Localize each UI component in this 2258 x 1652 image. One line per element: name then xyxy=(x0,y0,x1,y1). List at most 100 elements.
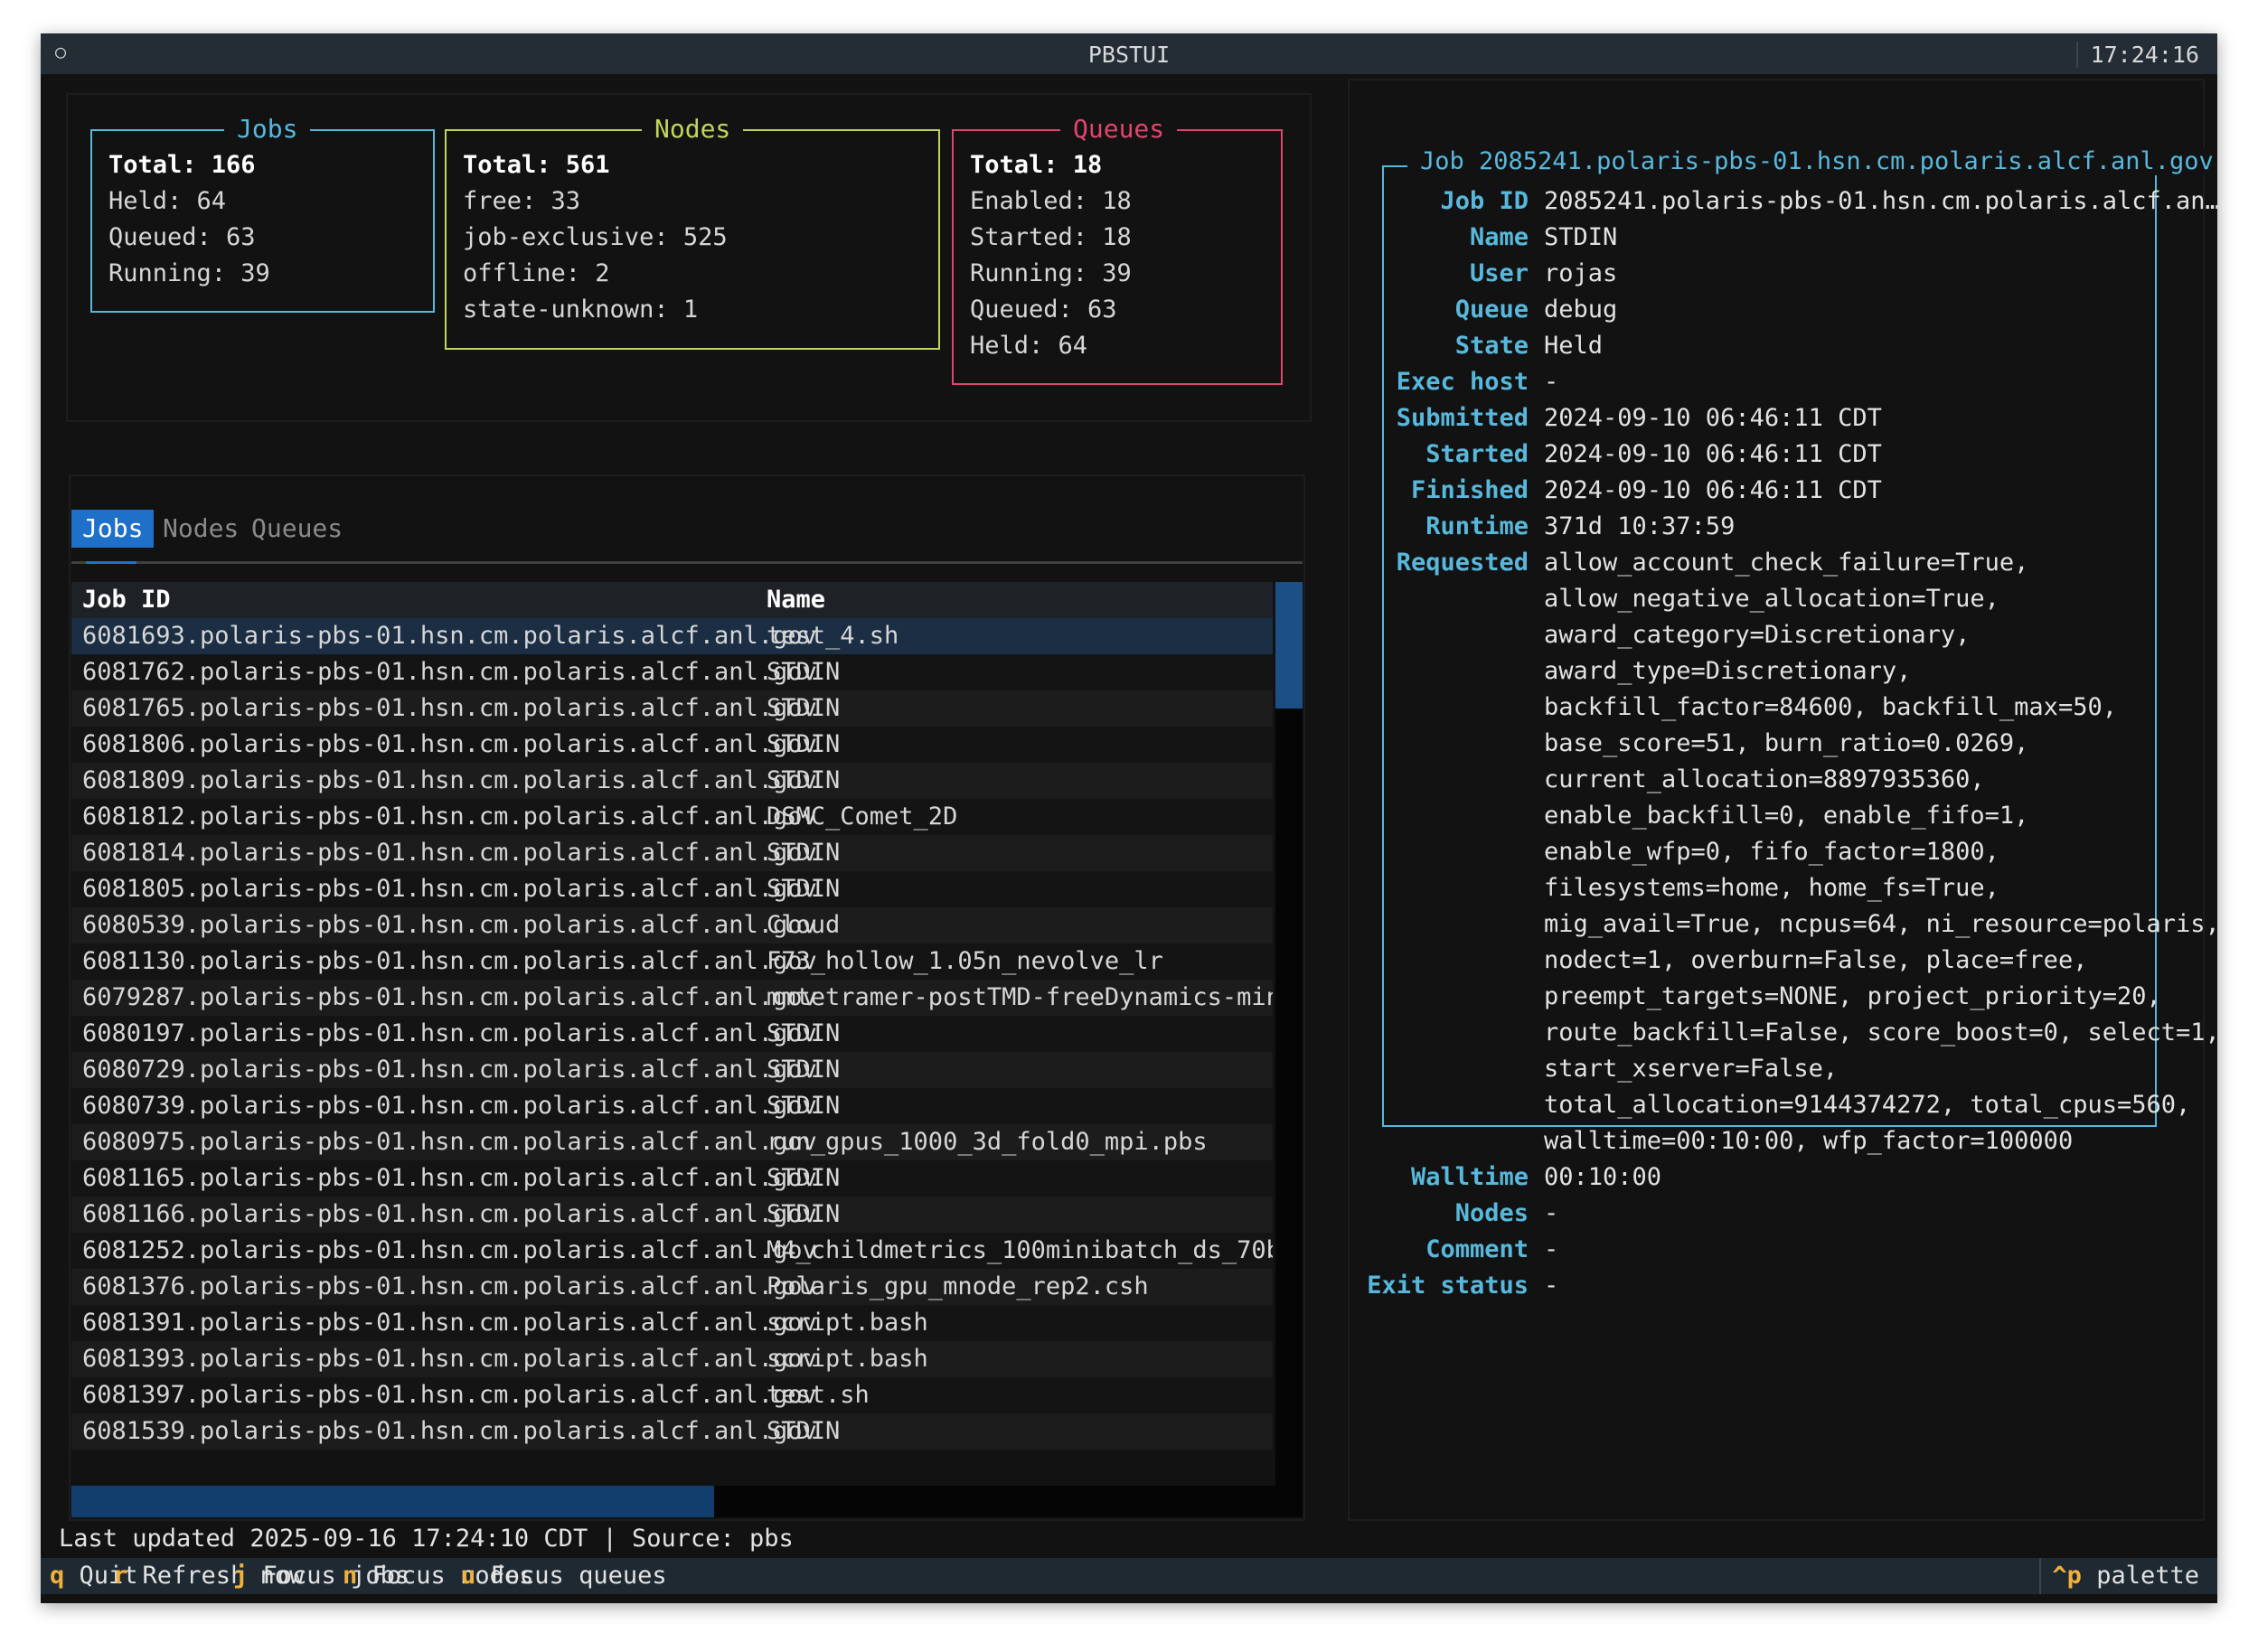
detail-field-value: enable_backfill=0, enable_fifo=1, xyxy=(1544,802,2029,830)
nodes-stat-line: job-exclusive: 525 xyxy=(463,223,728,251)
key-hint-key: r xyxy=(113,1562,128,1590)
job-id-cell: 6081693.polaris-pbs-01.hsn.cm.polaris.al… xyxy=(82,622,817,650)
table-row[interactable]: 6081393.polaris-pbs-01.hsn.cm.polaris.al… xyxy=(71,1341,1273,1377)
job-name-cell: mmtetramer-postTMD-freeDynamics-mineq34 xyxy=(767,983,1273,1011)
table-row[interactable]: 6081812.polaris-pbs-01.hsn.cm.polaris.al… xyxy=(71,799,1273,835)
jobs-stat-line: Queued: 63 xyxy=(108,223,256,251)
key-hint-item[interactable]: u Focus queues xyxy=(461,1558,667,1594)
jobs-stat-line: Held: 64 xyxy=(108,187,227,215)
table-row[interactable]: 6081539.polaris-pbs-01.hsn.cm.polaris.al… xyxy=(71,1413,1273,1450)
table-row[interactable]: 6081376.polaris-pbs-01.hsn.cm.polaris.al… xyxy=(71,1269,1273,1305)
tab-queues[interactable]: Queues xyxy=(240,510,353,548)
detail-field-key: Queue xyxy=(1454,296,1529,324)
horizontal-scrollbar-thumb[interactable] xyxy=(71,1486,714,1517)
detail-field: route_backfill=False, score_boost=0, sel… xyxy=(1382,1015,2217,1051)
status-line: Last updated 2025-09-16 17:24:10 CDT | S… xyxy=(59,1525,794,1553)
detail-field: Queue debug xyxy=(1382,292,2196,328)
table-row[interactable]: 6080739.polaris-pbs-01.hsn.cm.polaris.al… xyxy=(71,1088,1273,1124)
job-name-cell: script.bash xyxy=(767,1309,928,1337)
queues-total: Total: 18 xyxy=(970,151,1103,179)
detail-field: User rojas xyxy=(1382,256,2196,292)
job-name-cell: STDIN xyxy=(767,766,841,794)
nodes-stat-line: state-unknown: 1 xyxy=(463,296,699,324)
queues-summary-box: Queues Total: 18 Enabled: 18 Started: 18 R… xyxy=(952,111,1283,385)
job-id-cell: 6081393.polaris-pbs-01.hsn.cm.polaris.al… xyxy=(82,1345,817,1373)
table-row[interactable]: 6081762.polaris-pbs-01.hsn.cm.polaris.al… xyxy=(71,654,1273,690)
command-palette-hint[interactable]: ^p palette xyxy=(2039,1558,2199,1594)
table-row[interactable]: 6081252.polaris-pbs-01.hsn.cm.polaris.al… xyxy=(71,1233,1273,1269)
table-row[interactable]: 6081806.polaris-pbs-01.hsn.cm.polaris.al… xyxy=(71,727,1273,763)
tab-nodes[interactable]: Nodes xyxy=(152,510,249,548)
detail-field: Submitted 2024-09-10 06:46:11 CDT xyxy=(1382,400,2196,436)
column-header-name[interactable]: Name xyxy=(767,582,825,618)
detail-field: enable_backfill=0, enable_fifo=1, xyxy=(1382,798,2196,834)
table-row[interactable]: 6081166.polaris-pbs-01.hsn.cm.polaris.al… xyxy=(71,1197,1273,1233)
detail-field-key: Comment xyxy=(1425,1235,1529,1263)
detail-field-value: STDIN xyxy=(1544,223,1618,251)
job-id-cell: 6080539.polaris-pbs-01.hsn.cm.polaris.al… xyxy=(82,911,817,939)
detail-field-key: Submitted xyxy=(1396,404,1529,432)
tab-jobs[interactable]: Jobs xyxy=(71,510,155,548)
vertical-scrollbar[interactable] xyxy=(1275,582,1303,1486)
table-row[interactable]: 6080539.polaris-pbs-01.hsn.cm.polaris.al… xyxy=(71,907,1273,943)
detail-field-key: User xyxy=(1469,259,1529,287)
detail-field-value: rojas xyxy=(1544,259,1618,287)
detail-field-value: total_allocation=9144374272, total_cpus=… xyxy=(1544,1091,2191,1119)
detail-field: State Held xyxy=(1382,328,2196,364)
detail-field-value: preempt_targets=NONE, project_priority=2… xyxy=(1544,982,2161,1010)
table-row[interactable]: 6080197.polaris-pbs-01.hsn.cm.polaris.al… xyxy=(71,1016,1273,1052)
detail-field-key: Walltime xyxy=(1410,1163,1529,1191)
job-name-cell: Cloud xyxy=(767,911,841,939)
table-row[interactable]: 6081765.polaris-pbs-01.hsn.cm.polaris.al… xyxy=(71,690,1273,727)
vertical-scrollbar-thumb[interactable] xyxy=(1275,582,1303,709)
detail-field: walltime=00:10:00, wfp_factor=100000 xyxy=(1382,1123,2196,1159)
detail-field-value: award_category=Discretionary, xyxy=(1544,621,1971,649)
job-name-cell: test.sh xyxy=(767,1381,870,1409)
table-row[interactable]: 6079287.polaris-pbs-01.hsn.cm.polaris.al… xyxy=(71,980,1273,1016)
table-row[interactable]: 6081805.polaris-pbs-01.hsn.cm.polaris.al… xyxy=(71,871,1273,907)
detail-field-value: allow_account_check_failure=True, xyxy=(1544,549,2029,577)
table-row[interactable]: 6081165.polaris-pbs-01.hsn.cm.polaris.al… xyxy=(71,1160,1273,1197)
jobs-summary-box: Jobs Total: 166 Held: 64 Queued: 63 Runnin… xyxy=(90,111,435,313)
table-row[interactable]: 6081397.polaris-pbs-01.hsn.cm.polaris.al… xyxy=(71,1377,1273,1413)
job-id-cell: 6080975.polaris-pbs-01.hsn.cm.polaris.al… xyxy=(82,1128,817,1156)
detail-field-value: allow_negative_allocation=True, xyxy=(1544,585,1999,613)
key-hint-key: n xyxy=(343,1562,358,1590)
detail-field: Exit status - xyxy=(1367,1268,2196,1304)
detail-field-value: start_xserver=False, xyxy=(1544,1055,1839,1083)
queues-stat-line: Enabled: 18 xyxy=(970,187,1132,215)
detail-field-value: debug xyxy=(1544,296,1618,324)
detail-field: Name STDIN xyxy=(1382,220,2196,256)
detail-field: Nodes - xyxy=(1382,1196,2196,1232)
job-name-cell: STDIN xyxy=(767,1056,841,1084)
table-row[interactable]: 6081814.polaris-pbs-01.hsn.cm.polaris.al… xyxy=(71,835,1273,871)
detail-field-value: mig_avail=True, ncpus=64, ni_resource=po… xyxy=(1544,910,2217,938)
jobs-table: Job ID Name 6081693.polaris-pbs-01.hsn.c… xyxy=(71,582,1273,1450)
detail-field-value: current_allocation=8897935360, xyxy=(1544,765,1985,793)
key-hint-key: u xyxy=(461,1562,476,1590)
job-id-cell: 6079287.polaris-pbs-01.hsn.cm.polaris.al… xyxy=(82,983,817,1011)
table-row[interactable]: 6080975.polaris-pbs-01.hsn.cm.polaris.al… xyxy=(71,1124,1273,1160)
active-tab-indicator xyxy=(86,561,136,564)
table-row[interactable]: 6081809.polaris-pbs-01.hsn.cm.polaris.al… xyxy=(71,763,1273,799)
job-id-cell: 6081814.polaris-pbs-01.hsn.cm.polaris.al… xyxy=(82,839,817,867)
table-row[interactable]: 6080729.polaris-pbs-01.hsn.cm.polaris.al… xyxy=(71,1052,1273,1088)
detail-field-value: 2024-09-10 06:46:11 CDT xyxy=(1544,404,1882,432)
queues-stat-line: Running: 39 xyxy=(970,259,1132,287)
detail-field-value: route_backfill=False, score_boost=0, sel… xyxy=(1544,1018,2217,1047)
job-name-cell: M4_childmetrics_100minibatch_ds_70b_fold xyxy=(767,1236,1273,1264)
detail-field: base_score=51, burn_ratio=0.0269, xyxy=(1382,726,2196,762)
job-name-cell: STDIN xyxy=(767,1164,841,1192)
job-id-cell: 6081252.polaris-pbs-01.hsn.cm.polaris.al… xyxy=(82,1236,817,1264)
column-header-job-id[interactable]: Job ID xyxy=(82,582,171,618)
detail-field: backfill_factor=84600, backfill_max=50, xyxy=(1382,690,2196,726)
job-id-cell: 6081809.polaris-pbs-01.hsn.cm.polaris.al… xyxy=(82,766,817,794)
jobs-summary-title: Jobs xyxy=(224,111,311,147)
table-row[interactable]: 6081391.polaris-pbs-01.hsn.cm.polaris.al… xyxy=(71,1305,1273,1341)
horizontal-scrollbar[interactable] xyxy=(71,1486,1303,1517)
table-row[interactable]: 6081693.polaris-pbs-01.hsn.cm.polaris.al… xyxy=(71,618,1273,654)
detail-field: award_category=Discretionary, xyxy=(1382,617,2196,653)
job-id-cell: 6081806.polaris-pbs-01.hsn.cm.polaris.al… xyxy=(82,730,817,758)
detail-field: mig_avail=True, ncpus=64, ni_resource=po… xyxy=(1382,906,2217,943)
table-row[interactable]: 6081130.polaris-pbs-01.hsn.cm.polaris.al… xyxy=(71,943,1273,980)
